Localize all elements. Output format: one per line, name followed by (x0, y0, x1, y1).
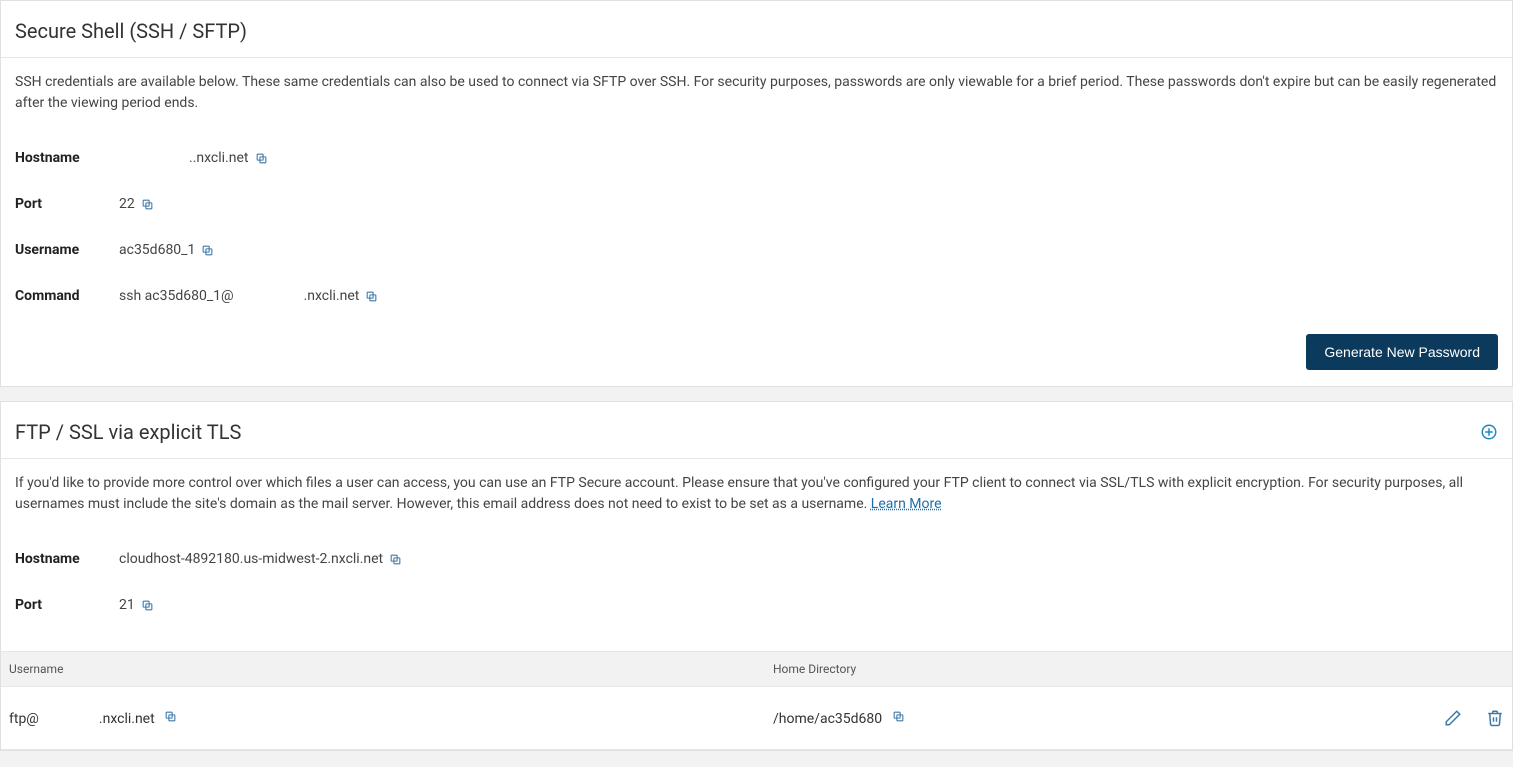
ssh-panel: Secure Shell (SSH / SFTP) SSH credential… (0, 0, 1513, 387)
ssh-panel-header: Secure Shell (SSH / SFTP) (1, 1, 1512, 58)
ssh-hostname-value: ..nxcli.net (119, 150, 268, 166)
ftp-port-value: 21 (119, 597, 154, 613)
copy-icon[interactable] (141, 599, 154, 612)
copy-icon[interactable] (365, 290, 378, 303)
ssh-panel-footer: Generate New Password (1, 334, 1512, 386)
ftp-table-header-username: Username (9, 662, 773, 676)
ftp-panel: FTP / SSL via explicit TLS If you'd like… (0, 401, 1513, 751)
generate-password-button[interactable]: Generate New Password (1306, 334, 1498, 370)
trash-icon[interactable] (1486, 709, 1504, 727)
ftp-hostname-label: Hostname (15, 551, 119, 567)
ftp-hostname-value: cloudhost-4892180.us-midwest-2.nxcli.net (119, 551, 402, 567)
ssh-username-label: Username (15, 242, 119, 258)
copy-icon[interactable] (255, 152, 268, 165)
ftp-port-row: Port 21 (15, 597, 1498, 613)
copy-icon[interactable] (141, 198, 154, 211)
ssh-title: Secure Shell (SSH / SFTP) (15, 19, 247, 43)
ssh-description: SSH credentials are available below. The… (15, 72, 1498, 114)
ssh-command-row: Command ssh ac35d680_1@.nxcli.net (15, 288, 1498, 304)
ssh-port-row: Port 22 (15, 196, 1498, 212)
ftp-port-label: Port (15, 597, 119, 613)
ftp-table-header-homedir: Home Directory (773, 662, 1364, 676)
copy-icon[interactable] (164, 710, 177, 723)
ftp-title: FTP / SSL via explicit TLS (15, 420, 241, 444)
ssh-hostname-label: Hostname (15, 150, 119, 166)
ssh-panel-body: SSH credentials are available below. The… (1, 58, 1512, 334)
add-ftp-account-icon[interactable] (1480, 423, 1498, 441)
ssh-hostname-row: Hostname ..nxcli.net (15, 150, 1498, 166)
ftp-table-header: Username Home Directory (1, 651, 1512, 687)
ftp-description: If you'd like to provide more control ov… (15, 473, 1498, 515)
ftp-hostname-row: Hostname cloudhost-4892180.us-midwest-2.… (15, 551, 1498, 567)
edit-icon[interactable] (1444, 709, 1462, 727)
copy-icon[interactable] (389, 553, 402, 566)
ssh-port-value: 22 (119, 196, 154, 212)
ftp-panel-header: FTP / SSL via explicit TLS (1, 402, 1512, 459)
ftp-row-actions (1364, 709, 1504, 727)
ssh-port-label: Port (15, 196, 119, 212)
copy-icon[interactable] (201, 244, 214, 257)
ftp-table-row: ftp@.nxcli.net /home/ac35d680 (1, 687, 1512, 750)
ssh-username-value: ac35d680_1 (119, 242, 214, 258)
ftp-row-homedir: /home/ac35d680 (773, 710, 1364, 727)
ssh-username-row: Username ac35d680_1 (15, 242, 1498, 258)
copy-icon[interactable] (892, 710, 905, 723)
ssh-command-label: Command (15, 288, 119, 304)
ftp-row-username: ftp@.nxcli.net (9, 710, 773, 727)
learn-more-link[interactable]: Learn More (871, 496, 942, 512)
ssh-command-value: ssh ac35d680_1@.nxcli.net (119, 288, 378, 304)
ftp-panel-body: If you'd like to provide more control ov… (1, 459, 1512, 651)
